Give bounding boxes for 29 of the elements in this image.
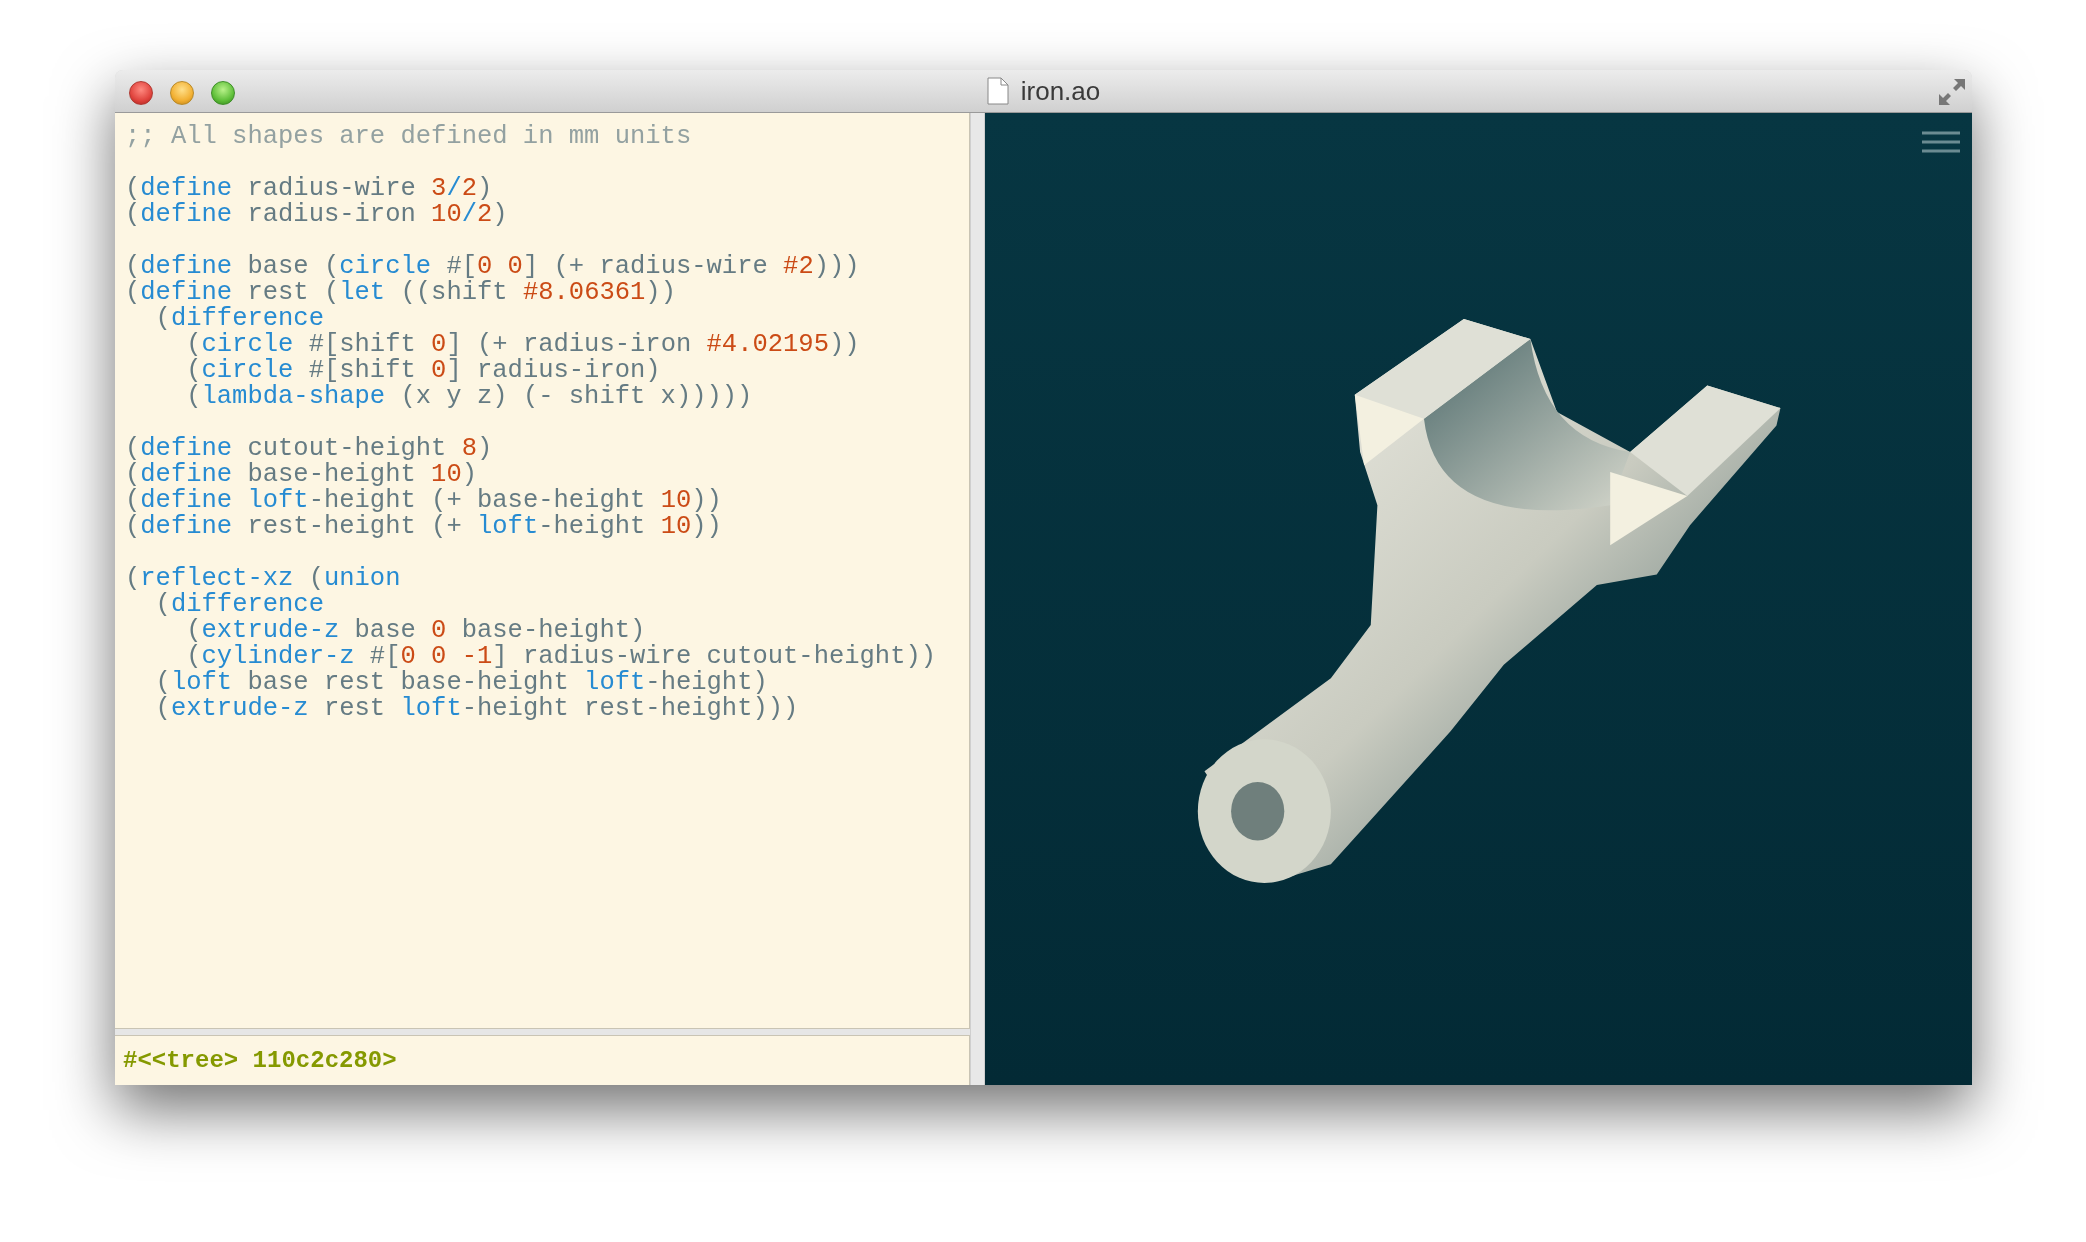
code-line: (lambda-shape (x y z) (- shift x))))) [185, 384, 753, 410]
code-line: (define radius-iron 10/2) [125, 202, 508, 228]
3d-viewport[interactable] [985, 113, 1972, 1085]
code-line: (extrude-z rest loft-height rest-height))) [154, 696, 799, 722]
code-line: (circle #[shift 0] (+ radius-iron #4.02195)) [185, 332, 860, 358]
fullscreen-icon[interactable] [1938, 78, 1966, 106]
code-line: ;; All shapes are defined in mm units [125, 124, 692, 150]
code-line: (difference [154, 306, 324, 332]
code-line: (difference [154, 592, 324, 618]
code-line: (reflect-xz (union [125, 566, 401, 592]
code-line: (define base-height 10) [125, 462, 477, 488]
code-line: (define rest-height (+ loft-height 10)) [125, 514, 722, 540]
document-icon [986, 77, 1009, 105]
close-button[interactable] [129, 81, 153, 105]
code-line: (cylinder-z #[0 0 -1] radius-wire cutout-height)) [186, 644, 937, 670]
result-output: #<<tree> 110c2c280> [123, 1045, 397, 1076]
code-line: (define rest (let ((shift #8.06361)) [125, 280, 676, 306]
code-line: (circle #[shift 0] radius-iron) [185, 358, 661, 384]
code-line: (define radius-wire 3/2) [125, 176, 493, 202]
minimize-button[interactable] [170, 81, 194, 105]
menu-icon[interactable] [1922, 131, 1960, 153]
code-editor[interactable] [115, 113, 970, 1029]
zoom-button[interactable] [211, 81, 235, 105]
code-line: (loft base rest base-height loft-height) [154, 670, 768, 696]
code-line: (define cutout-height 8) [125, 436, 493, 462]
code-line: (extrude-z base 0 base-height) [185, 618, 646, 644]
window-title: iron.ao [1020, 74, 1101, 108]
code-line: (define loft-height (+ base-height 10)) [125, 488, 722, 514]
code-line: (define base (circle #[0 0] (+ radius-wire #2))) [125, 254, 860, 280]
